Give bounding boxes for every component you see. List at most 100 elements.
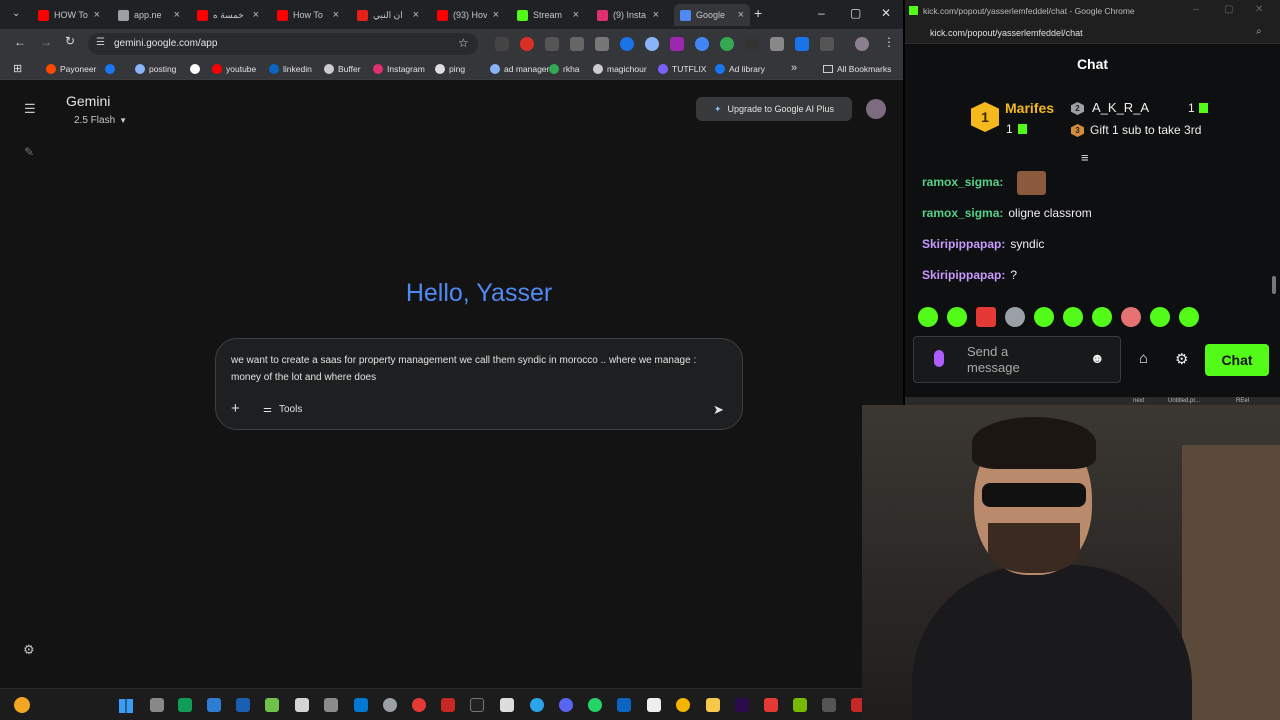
chat-send-button[interactable]: Chat xyxy=(1205,344,1269,376)
chat-username[interactable]: ramox_sigma: xyxy=(922,206,1003,220)
bookmark-item[interactable] xyxy=(105,64,119,74)
extension-icon-2[interactable] xyxy=(520,37,534,51)
browser-tab[interactable]: (93) Hov × xyxy=(437,4,499,26)
send-icon[interactable]: ➤ xyxy=(713,402,724,418)
taskbar-app-icon-6[interactable] xyxy=(295,698,309,712)
tab-close-icon[interactable]: × xyxy=(738,9,744,21)
taskbar-app-icon-13[interactable] xyxy=(500,698,514,712)
taskbar-app-icon-9[interactable] xyxy=(383,698,397,712)
top-gifter-name[interactable]: Marifes xyxy=(1005,100,1054,116)
zoom-icon[interactable]: ⌕ xyxy=(1256,26,1262,37)
taskbar-app-icon-2[interactable] xyxy=(178,698,192,712)
emoji-picker-icon[interactable]: ☻ xyxy=(1090,350,1105,366)
tab-close-icon[interactable]: × xyxy=(573,9,579,21)
bookmark-item[interactable]: posting xyxy=(135,64,176,74)
extension-icon-5[interactable] xyxy=(595,37,609,51)
main-menu-icon[interactable]: ☰ xyxy=(24,101,36,117)
taskbar-app-icon-17[interactable] xyxy=(617,698,631,712)
bookmark-item[interactable]: ad manager xyxy=(490,64,549,74)
bookmark-item[interactable]: youtube xyxy=(212,64,256,74)
model-selector[interactable]: 2.5 Flash ▼ xyxy=(74,115,127,126)
browser-tab[interactable]: Stream × xyxy=(517,4,579,26)
chat-username[interactable]: Skiripippapap: xyxy=(922,237,1005,251)
weather-widget-icon[interactable] xyxy=(14,697,30,713)
chat-settings-icon[interactable]: ⚙ xyxy=(1175,350,1188,368)
bookmark-item[interactable]: Instagram xyxy=(373,64,425,74)
prompt-composer[interactable]: we want to create a saas for property ma… xyxy=(215,338,743,430)
tab-close-icon[interactable]: × xyxy=(653,9,659,21)
taskbar-app-icon-16[interactable] xyxy=(588,698,602,712)
taskbar-app-icon-15[interactable] xyxy=(559,698,573,712)
tab-close-icon[interactable]: × xyxy=(174,9,180,21)
apps-grid-icon[interactable]: ⊞ xyxy=(13,62,22,75)
chat-scrollbar[interactable] xyxy=(1272,276,1276,294)
taskbar-app-icon-5[interactable] xyxy=(265,698,279,712)
bookmark-item[interactable]: Buffer xyxy=(324,64,361,74)
emote-icon-6[interactable] xyxy=(1063,307,1083,327)
emote-icon-7[interactable] xyxy=(1092,307,1112,327)
bookmark-item[interactable]: rkha xyxy=(549,64,580,74)
forward-icon[interactable]: → xyxy=(40,35,52,49)
emote-icon-1[interactable] xyxy=(918,307,938,327)
chat-close-icon[interactable]: ✕ xyxy=(1255,4,1263,15)
prompt-input[interactable]: we want to create a saas for property ma… xyxy=(231,352,721,386)
back-icon[interactable]: ← xyxy=(14,35,26,49)
taskbar-app-icon-19[interactable] xyxy=(764,698,778,712)
taskbar-chrome-icon[interactable] xyxy=(676,698,690,712)
taskbar-app-icon-18[interactable] xyxy=(647,698,661,712)
address-bar[interactable]: ☰ gemini.google.com/app ☆ xyxy=(88,33,478,55)
taskbar-app-icon-3[interactable] xyxy=(207,698,221,712)
chat-username[interactable]: ramox_sigma: xyxy=(922,175,1003,189)
bookmark-item[interactable]: Ad library xyxy=(715,64,765,74)
emote-icon-2[interactable] xyxy=(947,307,967,327)
add-attachment-icon[interactable]: + xyxy=(231,400,240,417)
bookmark-item[interactable]: Payoneer xyxy=(46,64,96,74)
browser-tab[interactable]: خمسة ه × xyxy=(197,4,259,26)
emote-icon-5[interactable] xyxy=(1034,307,1054,327)
bookmark-item[interactable]: ping xyxy=(435,64,465,74)
all-bookmarks[interactable]: All Bookmarks xyxy=(823,64,891,74)
bookmarks-overflow-icon[interactable]: » xyxy=(791,62,797,74)
browser-tab[interactable]: HOW To × xyxy=(38,4,100,26)
taskbar-app-icon-11[interactable] xyxy=(441,698,455,712)
taskbar-app-icon-7[interactable] xyxy=(324,698,338,712)
close-window-icon[interactable]: ✕ xyxy=(881,6,891,20)
extension-icon-8[interactable] xyxy=(670,37,684,51)
tab-close-icon[interactable]: × xyxy=(253,9,259,21)
extension-icon-1[interactable] xyxy=(495,37,509,51)
taskbar-app-icon-12[interactable] xyxy=(470,698,484,712)
start-button-icon[interactable] xyxy=(119,699,133,713)
taskbar-app-icon-21[interactable] xyxy=(822,698,836,712)
bookmark-star-icon[interactable]: ☆ xyxy=(458,36,469,50)
taskbar-app-icon-4[interactable] xyxy=(236,698,250,712)
reload-icon[interactable]: ↻ xyxy=(65,34,75,48)
taskbar-app-icon-8[interactable] xyxy=(354,698,368,712)
extension-icon-10[interactable] xyxy=(720,37,734,51)
bookmark-item[interactable]: linkedin xyxy=(269,64,312,74)
settings-icon[interactable]: ⚙ xyxy=(23,642,35,658)
emote-icon-9[interactable] xyxy=(1150,307,1170,327)
tab-close-icon[interactable]: × xyxy=(493,9,499,21)
emote-icon-4[interactable] xyxy=(1005,307,1025,327)
profile-avatar-icon[interactable] xyxy=(855,37,869,51)
extension-icon-7[interactable] xyxy=(645,37,659,51)
tools-button[interactable]: ⚌ Tools xyxy=(263,404,302,415)
bookmark-item[interactable] xyxy=(190,64,204,74)
extension-icon-4[interactable] xyxy=(570,37,584,51)
browser-tab[interactable]: Google × xyxy=(674,4,750,26)
chat-minimize-icon[interactable]: – xyxy=(1193,4,1199,15)
browser-tab[interactable]: app.ne × xyxy=(118,4,180,26)
bookmark-item[interactable]: TUTFLIX xyxy=(658,64,706,74)
extension-icon-12[interactable] xyxy=(770,37,784,51)
taskbar-app-icon-10[interactable] xyxy=(412,698,426,712)
upgrade-button[interactable]: ✦ Upgrade to Google AI Plus xyxy=(696,97,852,121)
extension-icon-9[interactable] xyxy=(695,37,709,51)
store-icon[interactable]: ⌂ xyxy=(1139,350,1148,367)
browser-tab[interactable]: (9) Insta × xyxy=(597,4,659,26)
emote-icon-3[interactable] xyxy=(976,307,996,327)
tab-close-icon[interactable]: × xyxy=(413,9,419,21)
browser-tab[interactable]: ان النبي × xyxy=(357,4,419,26)
extension-icon-13[interactable] xyxy=(795,37,809,51)
chat-username[interactable]: Skiripippapap: xyxy=(922,268,1005,282)
emote-icon-10[interactable] xyxy=(1179,307,1199,327)
